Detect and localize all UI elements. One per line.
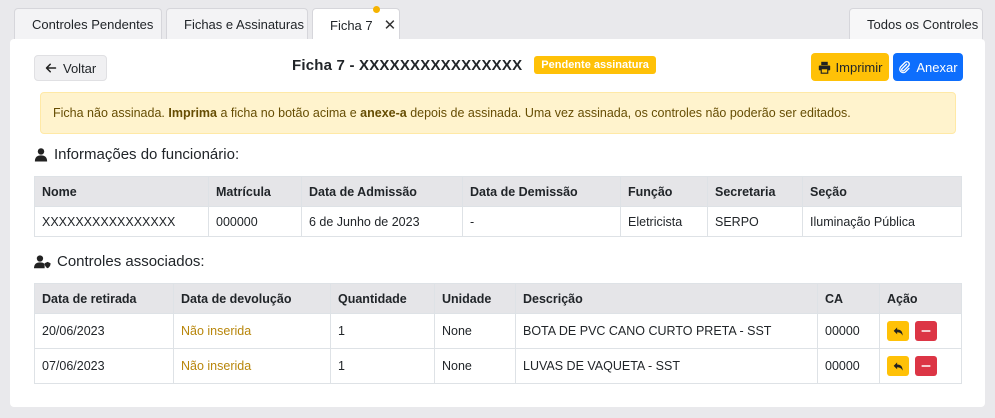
ca-number: 00000 — [817, 348, 880, 384]
tab-bar: Controles Pendentes Fichas e Assinaturas… — [14, 6, 983, 41]
column-header: Data de devolução — [173, 283, 331, 314]
table-row: 20/06/2023 Não inserida 1 None BOTA DE P… — [34, 313, 962, 349]
tab-label: Todos os Controles — [867, 17, 979, 32]
column-header: Data de Demissão — [462, 176, 621, 207]
ca-number: 00000 — [817, 313, 880, 349]
withdrawal-date: 07/06/2023 — [34, 348, 174, 384]
title-area: Ficha 7 - XXXXXXXXXXXXXXXX Pendente assi… — [292, 54, 656, 76]
employee-section: Iluminação Pública — [802, 206, 962, 237]
minus-icon — [921, 330, 931, 332]
controls-section-title: Controles associados: — [34, 253, 205, 270]
table-row: 07/06/2023 Não inserida 1 None LUVAS DE … — [34, 348, 962, 384]
table-row: XXXXXXXXXXXXXXXX 000000 6 de Junho de 20… — [34, 206, 962, 237]
unit: None — [434, 348, 516, 384]
return-date: Não inserida — [173, 348, 331, 384]
back-label: Voltar — [63, 60, 97, 76]
employee-name: XXXXXXXXXXXXXXXX — [34, 206, 209, 237]
quantity: 1 — [330, 313, 435, 349]
employee-role: Eletricista — [620, 206, 708, 237]
column-header: Quantidade — [330, 283, 435, 314]
paperclip-icon — [899, 60, 911, 73]
column-header: Secretaria — [707, 176, 803, 207]
description: LUVAS DE VAQUETA - SST — [515, 348, 818, 384]
tab-label: Ficha 7 — [330, 17, 373, 33]
remove-button[interactable] — [915, 321, 937, 341]
return-button[interactable] — [887, 321, 909, 341]
column-header: Unidade — [434, 283, 516, 314]
print-label: Imprimir — [835, 59, 883, 75]
controls-table: Data de retirada Data de devolução Quant… — [34, 283, 962, 384]
actions-cell — [879, 313, 962, 349]
tab-label: Fichas e Assinaturas — [184, 17, 304, 32]
tab-fichas-assinaturas[interactable]: Fichas e Assinaturas — [166, 8, 308, 40]
minus-icon — [921, 365, 931, 367]
actions-cell — [879, 348, 962, 384]
status-badge: Pendente assinatura — [534, 56, 656, 74]
column-header: CA — [817, 283, 880, 314]
page-title: Ficha 7 - XXXXXXXXXXXXXXXX — [292, 56, 523, 74]
column-header: Matrícula — [208, 176, 302, 207]
employee-section-title: Informações do funcionário: — [34, 146, 239, 163]
employee-registration: 000000 — [208, 206, 302, 237]
return-button[interactable] — [887, 356, 909, 376]
warning-alert: Ficha não assinada. Imprima a ficha no b… — [40, 92, 956, 134]
withdrawal-date: 20/06/2023 — [34, 313, 174, 349]
column-header: Seção — [802, 176, 962, 207]
table-header-row: Nome Matrícula Data de Admissão Data de … — [34, 176, 962, 207]
column-header: Data de Admissão — [301, 176, 463, 207]
remove-button[interactable] — [915, 356, 937, 376]
alert-text: Ficha não assinada. Imprima a ficha no b… — [53, 106, 851, 120]
employee-table: Nome Matrícula Data de Admissão Data de … — [34, 176, 962, 237]
user-icon — [34, 148, 48, 162]
reply-icon — [893, 326, 903, 336]
attach-button[interactable]: Anexar — [893, 53, 963, 81]
arrow-left-icon — [45, 63, 57, 73]
back-button[interactable]: Voltar — [34, 55, 108, 81]
unit: None — [434, 313, 516, 349]
tab-todos-controles[interactable]: Todos os Controles — [849, 8, 983, 40]
description: BOTA DE PVC CANO CURTO PRETA - SST — [515, 313, 818, 349]
admission-date: 6 de Junho de 2023 — [301, 206, 463, 237]
column-header: Data de retirada — [34, 283, 174, 314]
reply-icon — [893, 361, 903, 371]
dismissal-date: - — [462, 206, 621, 237]
return-date: Não inserida — [173, 313, 331, 349]
main-card: Voltar Ficha 7 - XXXXXXXXXXXXXXXX Penden… — [10, 39, 985, 407]
tab-label: Controles Pendentes — [32, 17, 154, 32]
attach-label: Anexar — [916, 59, 958, 75]
quantity: 1 — [330, 348, 435, 384]
table-header-row: Data de retirada Data de devolução Quant… — [34, 283, 962, 314]
column-header: Descrição — [515, 283, 818, 314]
tab-controles-pendentes[interactable]: Controles Pendentes — [14, 8, 162, 40]
print-button[interactable]: Imprimir — [811, 53, 889, 81]
user-shield-icon — [34, 255, 51, 269]
close-icon[interactable]: ✕ — [384, 18, 397, 33]
column-header: Nome — [34, 176, 209, 207]
column-header: Ação — [879, 283, 962, 314]
printer-icon — [818, 61, 830, 74]
tab-ficha-7[interactable]: Ficha 7 ✕ — [312, 6, 400, 41]
unsaved-dot — [373, 6, 380, 13]
employee-secretariat: SERPO — [707, 206, 803, 237]
column-header: Função — [620, 176, 708, 207]
